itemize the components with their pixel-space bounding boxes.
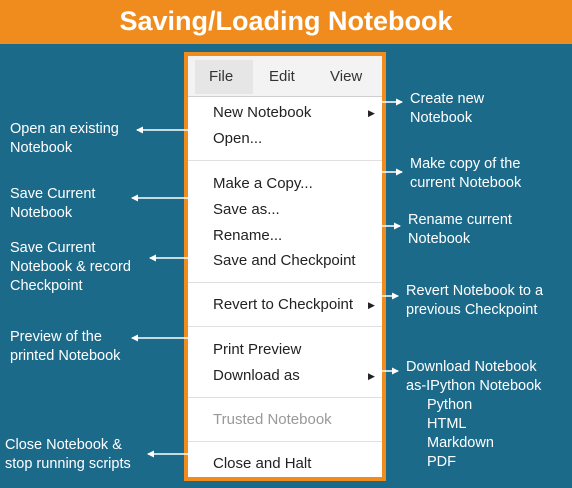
annotation-arrows bbox=[131, 98, 403, 458]
